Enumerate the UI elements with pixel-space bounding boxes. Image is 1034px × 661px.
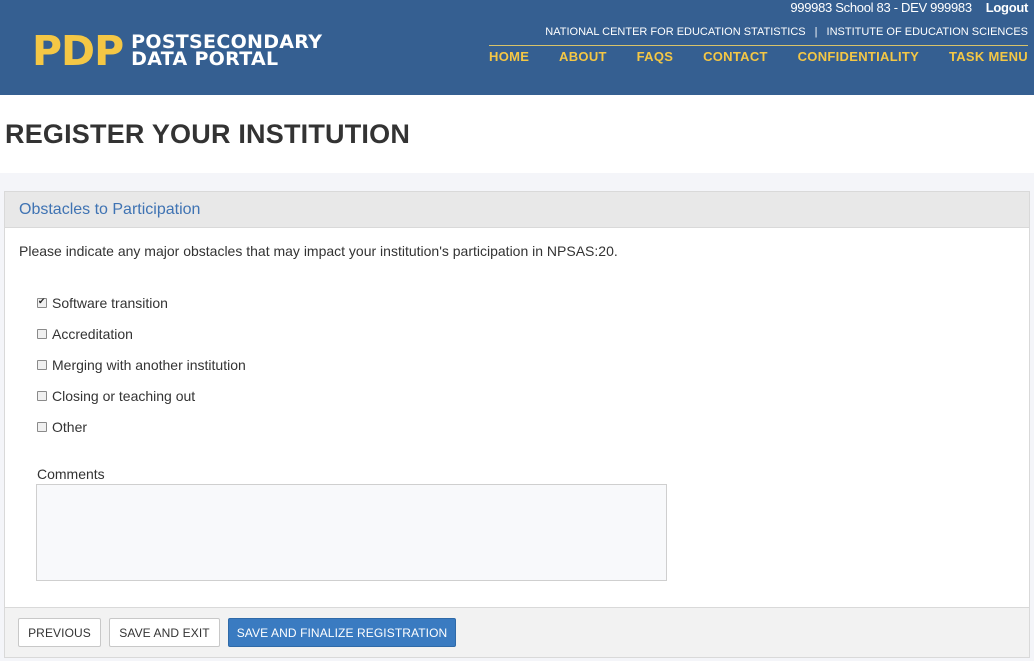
panel-heading: Obstacles to Participation <box>19 201 201 218</box>
merging-checkbox[interactable] <box>37 359 47 370</box>
user-bar: 999983 School 83 - DEV 999983 Logout <box>790 0 1028 15</box>
agency-links: NATIONAL CENTER FOR EDUCATION STATISTICS… <box>545 26 1028 38</box>
pdp-logo[interactable]: PDP POSTSECONDARY DATA PORTAL <box>32 27 322 75</box>
option-label: Other <box>52 418 88 435</box>
site-header: 999983 School 83 - DEV 999983 Logout PDP… <box>0 0 1034 95</box>
page-title: REGISTER YOUR INSTITUTION <box>5 119 411 149</box>
nces-link[interactable]: NATIONAL CENTER FOR EDUCATION STATISTICS <box>545 26 805 38</box>
user-info: 999983 School 83 - DEV 999983 <box>790 0 972 15</box>
panel-header: Obstacles to Participation <box>5 192 1029 228</box>
save-and-finalize-button[interactable]: SAVE AND FINALIZE REGISTRATION <box>228 618 456 647</box>
option-label: Closing or teaching out <box>52 387 196 404</box>
logo-text: POSTSECONDARY DATA PORTAL <box>131 33 322 70</box>
closing-checkbox[interactable] <box>37 390 47 401</box>
agency-separator: | <box>814 26 818 38</box>
obstacles-panel: Obstacles to Participation Please indica… <box>4 191 1030 658</box>
panel-footer: PREVIOUS SAVE AND EXIT SAVE AND FINALIZE… <box>5 607 1029 657</box>
nav-confidentiality[interactable]: CONFIDENTIALITY <box>798 49 920 64</box>
option-label: Merging with another institution <box>52 356 246 373</box>
previous-button[interactable]: PREVIOUS <box>18 618 101 647</box>
logo-line-2: DATA PORTAL <box>131 48 279 70</box>
main-nav: HOME ABOUT FAQS CONTACT CONFIDENTIALITY … <box>489 49 1028 64</box>
obstacle-options: Software transition Accreditation Mergin… <box>37 287 246 442</box>
nav-faqs[interactable]: FAQS <box>637 49 674 64</box>
logo-mark: PDP <box>32 27 124 75</box>
option-other[interactable]: Other <box>37 411 246 442</box>
comments-label: Comments <box>37 466 105 482</box>
accreditation-checkbox[interactable] <box>37 328 47 339</box>
nav-divider <box>489 45 1028 46</box>
ies-link[interactable]: INSTITUTE OF EDUCATION SCIENCES <box>827 26 1028 38</box>
option-software-transition[interactable]: Software transition <box>37 287 246 318</box>
logout-link[interactable]: Logout <box>986 0 1029 15</box>
option-label: Software transition <box>52 294 168 311</box>
software-transition-checkbox[interactable] <box>37 296 47 308</box>
option-label: Accreditation <box>52 325 133 342</box>
instruction-text: Please indicate any major obstacles that… <box>19 243 618 259</box>
option-merging[interactable]: Merging with another institution <box>37 349 246 380</box>
save-and-exit-button[interactable]: SAVE AND EXIT <box>109 618 220 647</box>
title-band: REGISTER YOUR INSTITUTION <box>0 95 1034 173</box>
other-checkbox[interactable] <box>37 421 47 432</box>
nav-contact[interactable]: CONTACT <box>703 49 768 64</box>
nav-task-menu[interactable]: TASK MENU <box>949 49 1028 64</box>
comments-field[interactable] <box>36 484 667 581</box>
nav-about[interactable]: ABOUT <box>559 49 607 64</box>
nav-home[interactable]: HOME <box>489 49 529 64</box>
option-closing[interactable]: Closing or teaching out <box>37 380 246 411</box>
option-accreditation[interactable]: Accreditation <box>37 318 246 349</box>
